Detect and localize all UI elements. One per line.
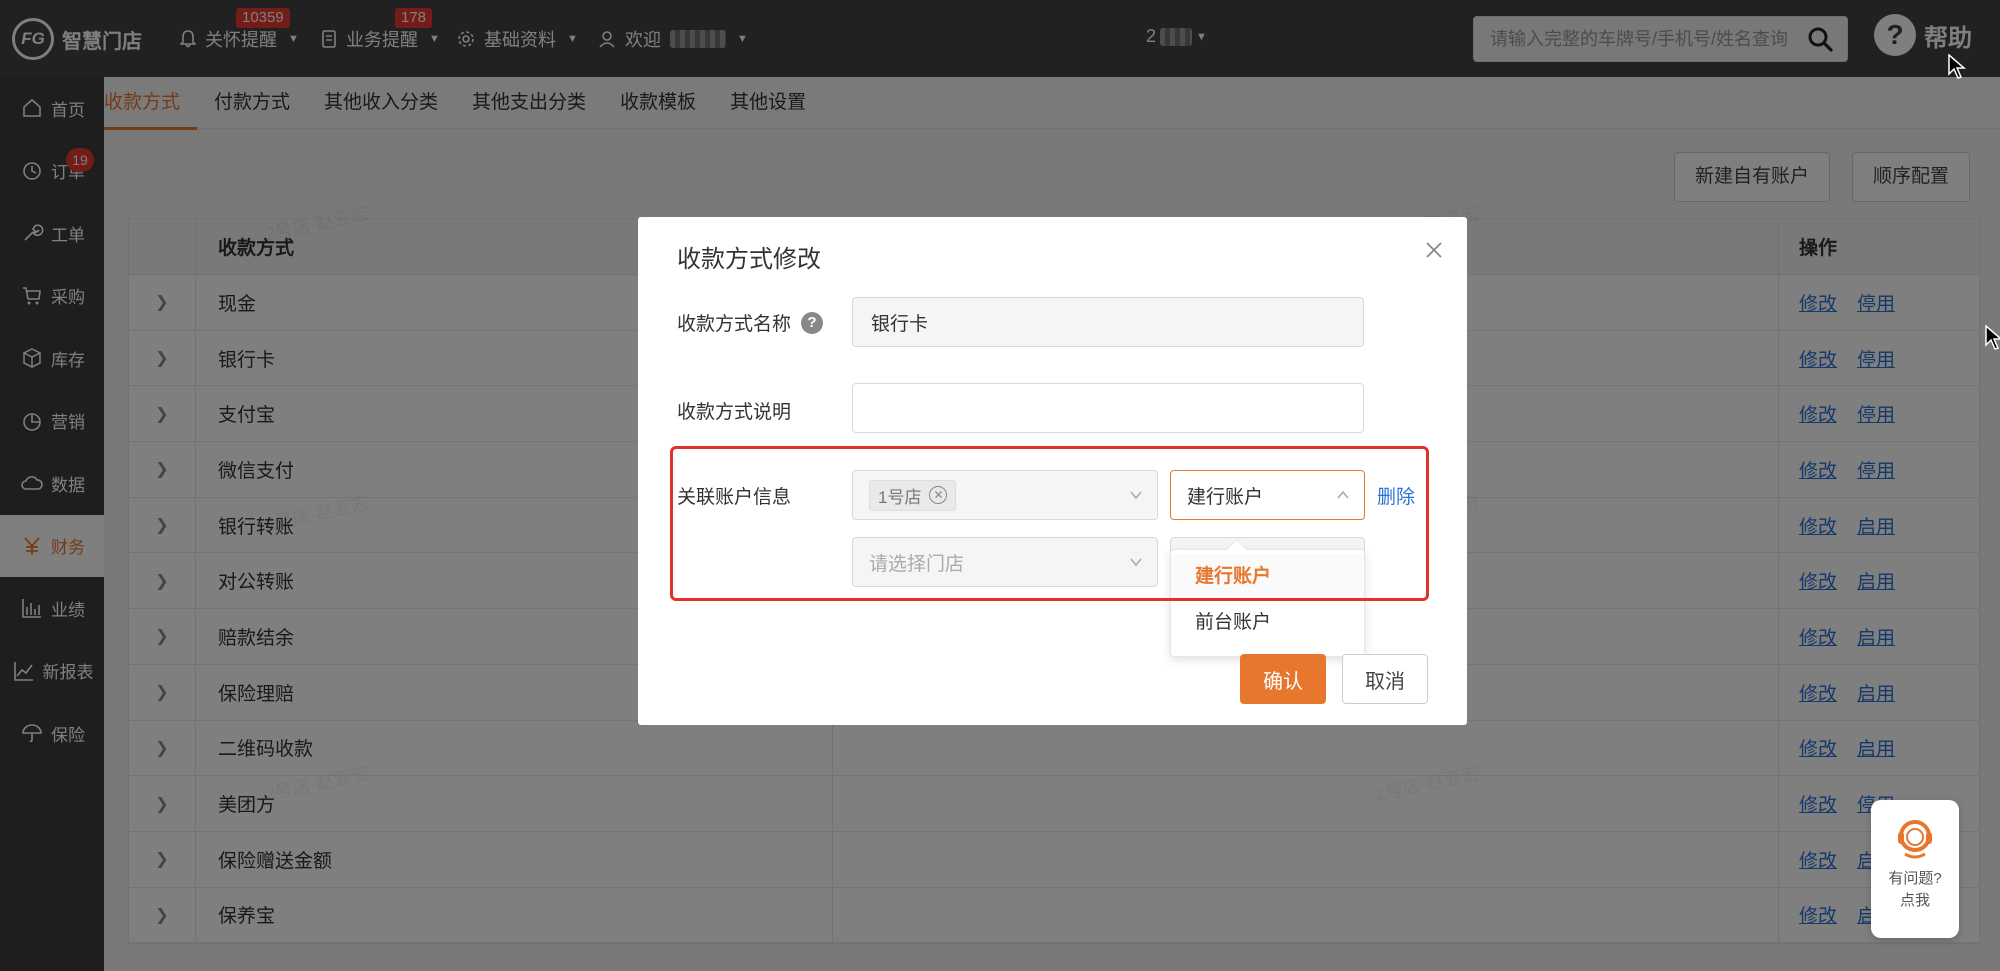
- float-help-line1: 有问题?: [1888, 870, 1942, 887]
- method-description-input[interactable]: [852, 383, 1364, 433]
- account-label-text: 关联账户信息: [677, 487, 792, 508]
- floating-help-widget[interactable]: 有问题? 点我: [1871, 800, 1959, 938]
- dropdown-option-front-desk-account[interactable]: 前台账户: [1171, 600, 1364, 646]
- dropdown-option-ccb-account[interactable]: 建行账户: [1171, 554, 1364, 600]
- account-field-label: 关联账户信息: [677, 482, 791, 509]
- support-agent-icon: [1898, 820, 1932, 859]
- store-select-1[interactable]: 1号店 ✕: [852, 470, 1158, 520]
- name-field-label: 收款方式名称 ?: [677, 309, 824, 336]
- tag-remove-icon[interactable]: ✕: [929, 486, 948, 504]
- confirm-button[interactable]: 确认: [1240, 654, 1326, 704]
- method-name-input[interactable]: [852, 297, 1364, 347]
- account-select-1[interactable]: 建行账户: [1170, 470, 1365, 520]
- store-tag-label: 1号店: [878, 487, 922, 507]
- store-select-2[interactable]: 请选择门店: [852, 537, 1158, 587]
- desc-field-label: 收款方式说明: [677, 397, 791, 424]
- chevron-up-icon: [1337, 490, 1349, 499]
- cancel-button[interactable]: 取消: [1342, 654, 1428, 704]
- delete-link[interactable]: 删除: [1377, 482, 1415, 509]
- mouse-cursor-icon: [1985, 325, 2000, 350]
- float-help-line2: 点我: [1899, 892, 1930, 909]
- account-dropdown-menu: 建行账户 前台账户: [1170, 549, 1365, 657]
- chevron-down-icon: [1130, 491, 1142, 500]
- account-select-value: 建行账户: [1187, 486, 1264, 508]
- question-icon[interactable]: ?: [801, 311, 824, 334]
- store-select-placeholder: 请选择门店: [869, 553, 965, 575]
- name-label-text: 收款方式名称: [677, 314, 792, 335]
- close-icon[interactable]: [1423, 239, 1445, 261]
- dialog-title: 收款方式修改: [677, 246, 821, 273]
- chevron-down-icon: [1130, 558, 1142, 567]
- mouse-cursor-icon: [1948, 54, 1966, 79]
- store-tag: 1号店 ✕: [869, 479, 957, 511]
- desc-label-text: 收款方式说明: [677, 402, 792, 423]
